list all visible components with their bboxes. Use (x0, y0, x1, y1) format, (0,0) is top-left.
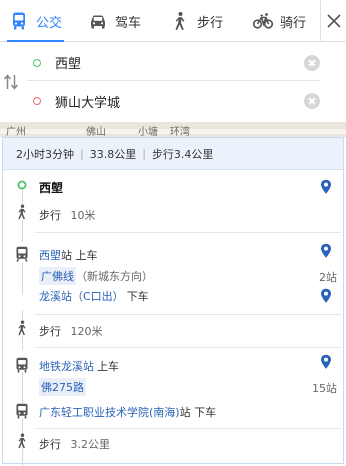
step-connector (22, 336, 23, 350)
walk-step-icon (18, 320, 26, 336)
close-icon (326, 14, 341, 28)
step-connector (22, 310, 23, 320)
alight-action: 站 下车 (179, 406, 217, 419)
travel-mode-tabs: 公交 驾车 步行 骑行 (0, 0, 346, 42)
alight-step-2: 广东轻工职业技术学院(南海)站 下车 (39, 404, 216, 420)
close-button[interactable] (320, 0, 346, 42)
stop-count: 2站 (319, 271, 337, 284)
line-direction: （新城东方向） (76, 270, 153, 283)
map-pin-icon[interactable] (320, 243, 332, 259)
walk-distance: 3.2公里 (70, 438, 111, 451)
route-walk-distance: 步行3.4公里 (151, 147, 214, 161)
bicycle-icon (253, 13, 273, 29)
step-divider (35, 314, 341, 315)
walk-label: 步行 (39, 325, 61, 338)
start-point-icon (17, 180, 27, 190)
line-info-1: 广佛线 （新城东方向） (39, 267, 153, 285)
map-pin-icon[interactable] (320, 179, 332, 195)
alight-step-1: 龙溪站（C口出） 下车 (39, 288, 149, 304)
metro-station-icon (16, 246, 28, 262)
route-duration: 2小时3分钟 (16, 147, 74, 161)
walk-step-icon (18, 204, 26, 220)
step-divider (35, 428, 341, 429)
step-connector (22, 372, 23, 403)
step-connector (22, 190, 23, 204)
map-label: 广州 (6, 127, 26, 137)
origin-field (27, 45, 320, 81)
tab-drive-label: 驾车 (115, 15, 142, 31)
step-divider (35, 232, 341, 233)
tab-bike-label: 骑行 (280, 15, 307, 31)
route-distance: 33.8公里 (89, 147, 137, 161)
walk-label: 步行 (39, 209, 61, 222)
map-label: 佛山 (86, 127, 106, 137)
route-result-card[interactable]: 2小时3分钟 | 33.8公里 | 步行3.4公里 西塱 步行 10米 西塱站 … (2, 137, 344, 466)
walk-distance: 120米 (70, 325, 103, 338)
map-pin-icon[interactable] (320, 354, 332, 370)
walk-step-2: 步行 120米 (39, 323, 103, 339)
destination-field (27, 83, 320, 119)
tab-walk[interactable]: 步行 (170, 0, 223, 42)
summary-divider: | (142, 147, 146, 160)
walk-icon (175, 12, 185, 30)
line-info-2: 佛275路 (39, 378, 86, 396)
board-station-link[interactable]: 西塱 (39, 249, 61, 262)
origin-input[interactable] (55, 55, 285, 70)
start-location-name: 西塱 (39, 181, 64, 195)
tab-bus[interactable]: 公交 (6, 0, 65, 42)
alight-station-link[interactable]: 龙溪站（C口出） (39, 290, 124, 303)
tab-walk-label: 步行 (197, 15, 224, 31)
walk-step-3: 步行 3.2公里 (39, 436, 110, 452)
tab-bike[interactable]: 骑行 (253, 0, 306, 42)
clear-origin-button[interactable] (304, 54, 320, 71)
summary-divider: | (80, 147, 84, 160)
clear-destination-button[interactable] (304, 93, 320, 109)
route-summary: 2小时3分钟 | 33.8公里 | 步行3.4公里 (3, 138, 343, 170)
walk-distance: 10米 (70, 209, 96, 222)
swap-direction-icon[interactable] (3, 73, 19, 91)
destination-input[interactable] (55, 93, 285, 109)
bus-station-icon (16, 403, 28, 419)
map-background[interactable]: 广州 佛山 小塘 环湾 (0, 122, 346, 137)
board-step-2: 地铁龙溪站 上车 (39, 358, 119, 374)
step-divider (35, 347, 341, 348)
board-action: 上车 (97, 360, 119, 373)
alight-action: 下车 (126, 290, 149, 303)
stop-count: 15站 (312, 382, 337, 395)
bus-station-icon (16, 357, 28, 373)
map-label: 小塘 (138, 127, 158, 137)
tab-drive[interactable]: 驾车 (88, 0, 141, 42)
metro-line-name[interactable]: 广佛线 (39, 267, 76, 285)
car-icon (91, 15, 105, 29)
board-station-link[interactable]: 地铁龙溪站 (39, 360, 94, 373)
map-label: 环湾 (170, 127, 190, 137)
walk-label: 步行 (39, 438, 61, 451)
tab-bus-label: 公交 (36, 15, 63, 31)
route-input-panel (0, 42, 346, 122)
board-step-1: 西塱站 上车 (39, 247, 98, 263)
destination-dot-icon (33, 97, 41, 105)
map-pin-icon[interactable] (320, 288, 332, 304)
step-connector (22, 263, 23, 295)
origin-dot-icon (33, 58, 41, 67)
step-connector (22, 220, 23, 242)
alight-station-link[interactable]: 广东轻工职业技术学院(南海) (39, 406, 180, 419)
walk-step-1: 步行 10米 (39, 207, 96, 223)
board-action: 站 上车 (61, 249, 98, 262)
bus-icon (13, 12, 25, 30)
bus-line-name[interactable]: 佛275路 (39, 378, 86, 396)
walk-step-icon (18, 433, 26, 449)
